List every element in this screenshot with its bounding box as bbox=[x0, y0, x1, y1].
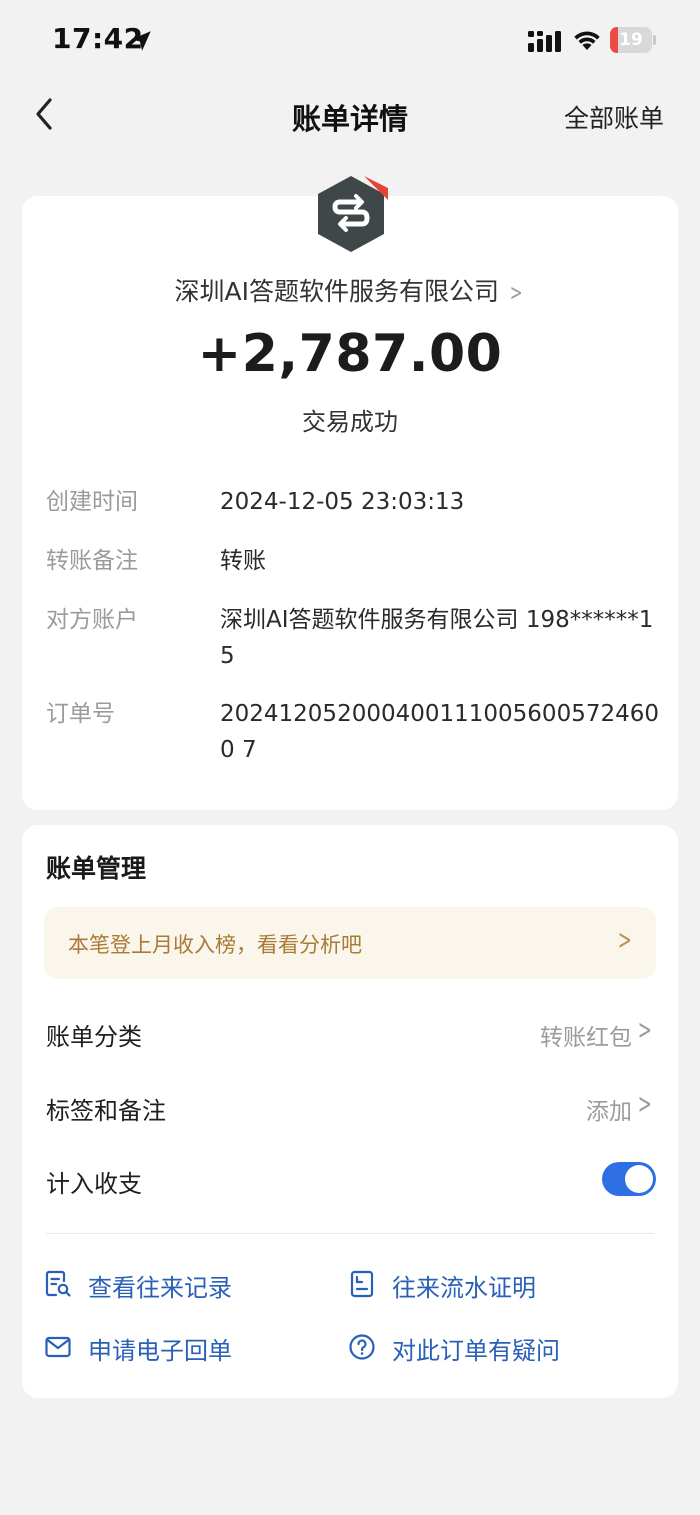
detail-label: 创建时间 bbox=[46, 489, 138, 515]
all-bills-link[interactable]: 全部账单 bbox=[564, 99, 664, 135]
merchant-logo-icon bbox=[318, 176, 388, 252]
detail-value: 2024120520004001110056005724600 7 bbox=[220, 701, 659, 763]
include-in-balance-row: 计入收支 bbox=[46, 1150, 658, 1210]
toggle-knob bbox=[625, 1165, 653, 1193]
setting-label: 标签和备注 bbox=[46, 1097, 166, 1125]
mail-icon bbox=[45, 1336, 71, 1358]
action-label: 申请电子回单 bbox=[88, 1337, 232, 1365]
include-in-balance-toggle[interactable] bbox=[602, 1162, 656, 1196]
tags-notes-row[interactable]: 标签和备注 添加 > bbox=[46, 1077, 658, 1137]
payee-link[interactable]: 深圳AI答题软件服务有限公司 > bbox=[22, 272, 678, 308]
transaction-status: 交易成功 bbox=[302, 408, 398, 436]
chevron-right-icon: > bbox=[509, 281, 523, 306]
question-circle-icon bbox=[349, 1334, 375, 1360]
action-label: 查看往来记录 bbox=[88, 1274, 232, 1302]
signal-icon bbox=[528, 31, 561, 52]
detail-value: 2024-12-05 23:03:13 bbox=[220, 489, 465, 515]
location-arrow-icon bbox=[131, 31, 151, 51]
promo-banner[interactable]: 本笔登上月收入榜，看看分析吧 > bbox=[44, 907, 656, 979]
action-label: 对此订单有疑问 bbox=[392, 1337, 560, 1365]
transaction-detail-card: 深圳AI答题软件服务有限公司 > +2,787.00 交易成功 创建时间 2024… bbox=[22, 176, 678, 810]
status-bar: 17:42 19 bbox=[0, 0, 700, 80]
detail-value: 深圳AI答题软件服务有限公司 198******15 bbox=[220, 607, 654, 669]
bill-category-row[interactable]: 账单分类 转账红包 > bbox=[46, 1003, 658, 1063]
detail-label: 对方账户 bbox=[46, 607, 138, 633]
action-label: 往来流水证明 bbox=[392, 1274, 536, 1302]
wifi-icon bbox=[574, 31, 600, 50]
payee-name: 深圳AI答题软件服务有限公司 bbox=[174, 277, 500, 306]
statement-doc-icon bbox=[350, 1270, 374, 1298]
detail-value: 转账 bbox=[220, 548, 266, 574]
transaction-amount: +2,787.00 bbox=[197, 324, 503, 384]
chevron-right-icon: > bbox=[637, 1087, 652, 1120]
setting-label: 计入收支 bbox=[46, 1170, 142, 1198]
chevron-right-icon: > bbox=[637, 1013, 652, 1046]
divider bbox=[46, 1233, 654, 1234]
bill-management-card: 账单管理 本笔登上月收入榜，看看分析吧 > 账单分类 转账红包 > 标签和备注 … bbox=[22, 825, 678, 1398]
detail-label: 转账备注 bbox=[46, 548, 138, 574]
chevron-right-icon: > bbox=[617, 923, 632, 956]
detail-label: 订单号 bbox=[46, 701, 115, 727]
battery-level: 19 bbox=[619, 30, 643, 50]
nav-bar: 账单详情 全部账单 bbox=[0, 80, 700, 150]
setting-label: 账单分类 bbox=[46, 1023, 142, 1051]
setting-value: 添加 bbox=[586, 1099, 632, 1125]
section-title: 账单管理 bbox=[46, 854, 147, 883]
record-search-icon bbox=[45, 1270, 71, 1297]
setting-value: 转账红包 bbox=[540, 1025, 632, 1051]
battery-icon: 19 bbox=[610, 27, 656, 53]
promo-text: 本笔登上月收入榜，看看分析吧 bbox=[68, 933, 362, 957]
